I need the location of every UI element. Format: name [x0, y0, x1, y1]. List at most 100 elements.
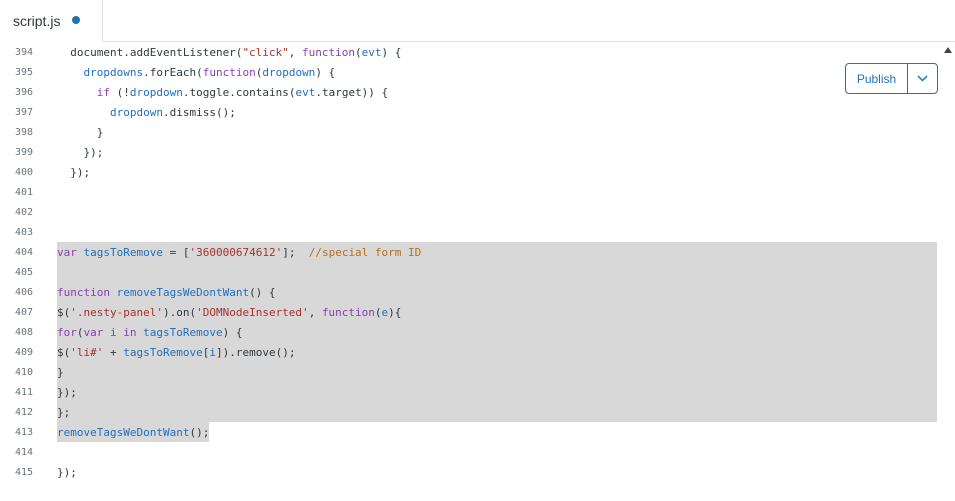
code-line: 394 document.addEventListener("click", f… [0, 42, 941, 62]
unsaved-dot-icon [72, 15, 81, 24]
code-token: }); [57, 145, 104, 159]
line-text: dropdowns .forEach(function(dropdown) { [57, 62, 336, 82]
code-line: 411}); [0, 382, 941, 402]
code-line: 406 function removeTagsWeDontWant() { [0, 282, 941, 302]
code-token: }); [57, 465, 77, 479]
code-token: removeTagsWeDontWant [57, 425, 190, 439]
line-text: } [57, 122, 104, 142]
line-text: }); [57, 462, 77, 482]
code-token: ( [76, 325, 84, 339]
line-text: }); [57, 162, 90, 182]
vertical-scrollbar[interactable] [941, 42, 955, 501]
code-token: , [288, 45, 303, 59]
publish-button[interactable]: Publish [846, 64, 907, 93]
code-token: [ [202, 345, 210, 359]
code-line: 405 [0, 262, 941, 282]
code-token: i [209, 345, 216, 359]
code-line: 403 [0, 222, 941, 242]
tab-label: script.js [13, 13, 61, 29]
code-token: .forEach( [143, 65, 203, 79]
code-token: dropdown [129, 85, 183, 99]
line-text: } [57, 362, 64, 382]
code-line: 414 [0, 442, 941, 462]
line-number: 406 [14, 286, 33, 298]
line-number: 407 [14, 306, 33, 318]
code-token: var [83, 325, 104, 339]
line-number: 399 [14, 146, 33, 158]
code-line: 404 var tagsToRemove = ['360000674612']; … [0, 242, 941, 262]
line-text: $('li#' + tagsToRemove[i]).remove(); [57, 342, 295, 362]
code-token: function [302, 45, 356, 59]
line-number: 401 [14, 186, 33, 198]
code-token: "click" [242, 45, 289, 59]
code-token: 'li#' [70, 345, 104, 359]
line-number: 412 [14, 406, 33, 418]
code-token: dropdown [262, 65, 316, 79]
scroll-up-arrow-icon[interactable] [944, 47, 952, 53]
code-token: (); [189, 425, 210, 439]
code-token: evt [361, 45, 382, 59]
code-line: 395 dropdowns .forEach(function(dropdown)… [0, 62, 941, 82]
code-token: tagsToRemove [143, 325, 223, 339]
code-line: 396 if (! dropdown .toggle.contains(evt .ta… [0, 82, 941, 102]
code-line: 407 $('.nesty-panel').on('DOMNodeInserted… [0, 302, 941, 322]
code-token: function [57, 285, 110, 299]
code-token: '.nesty-panel' [70, 305, 163, 319]
line-number: 405 [14, 266, 33, 278]
code-line: 402 [0, 202, 941, 222]
code-token: }); [57, 165, 91, 179]
publish-options-button[interactable] [908, 64, 937, 93]
line-number: 396 [14, 86, 33, 98]
line-number: 400 [14, 166, 33, 178]
code-token: ) { [222, 325, 243, 339]
code-token: $( [57, 305, 71, 319]
code-token: document.addEventListener( [57, 45, 243, 59]
code-line: 415}); [0, 462, 941, 482]
code-token: .dismiss(); [162, 105, 236, 119]
line-number: 394 [14, 46, 33, 58]
tab-bar: script.js [0, 0, 955, 42]
code-token: ){ [388, 305, 402, 319]
line-text: var tagsToRemove = ['360000674612']; //s… [57, 242, 421, 262]
tab-script-js[interactable]: script.js [0, 0, 103, 42]
code-token: evt [295, 85, 316, 99]
line-number: 409 [14, 346, 33, 358]
code-token: ) { [315, 65, 336, 79]
code-token: for [57, 325, 77, 339]
code-token: if [96, 85, 110, 99]
code-token: } [57, 365, 64, 379]
code-token: dropdown [109, 105, 163, 119]
line-number: 410 [14, 366, 33, 378]
code-token: in [123, 325, 137, 339]
code-token: ( [374, 305, 382, 319]
code-token: () { [249, 285, 276, 299]
line-number: 415 [14, 466, 33, 478]
line-text: removeTagsWeDontWant (); [57, 422, 209, 442]
line-text: function removeTagsWeDontWant() { [57, 282, 276, 302]
code-token: var [57, 245, 77, 259]
code-line: 413 removeTagsWeDontWant (); [0, 422, 941, 442]
code-token: '360000674612' [189, 245, 283, 259]
code-line: 412}; [0, 402, 941, 422]
line-number: 397 [14, 106, 33, 118]
line-text: if (! dropdown .toggle.contains(evt .target… [57, 82, 388, 102]
code-token: .target)) { [315, 85, 389, 99]
code-token: ) { [381, 45, 402, 59]
line-number: 402 [14, 206, 33, 218]
code-token: $( [57, 345, 71, 359]
code-token: }; [57, 405, 71, 419]
line-text: }); [57, 382, 77, 402]
code-token: ).on( [162, 305, 197, 319]
code-token: i [110, 325, 117, 339]
code-editor[interactable]: 394 document.addEventListener("click", f… [0, 42, 941, 501]
publish-split-button: Publish [845, 63, 938, 94]
code-token: 'DOMNodeInserted' [196, 305, 309, 319]
line-text: document.addEventListener("click", funct… [57, 42, 401, 62]
code-token: = [ [162, 245, 190, 259]
